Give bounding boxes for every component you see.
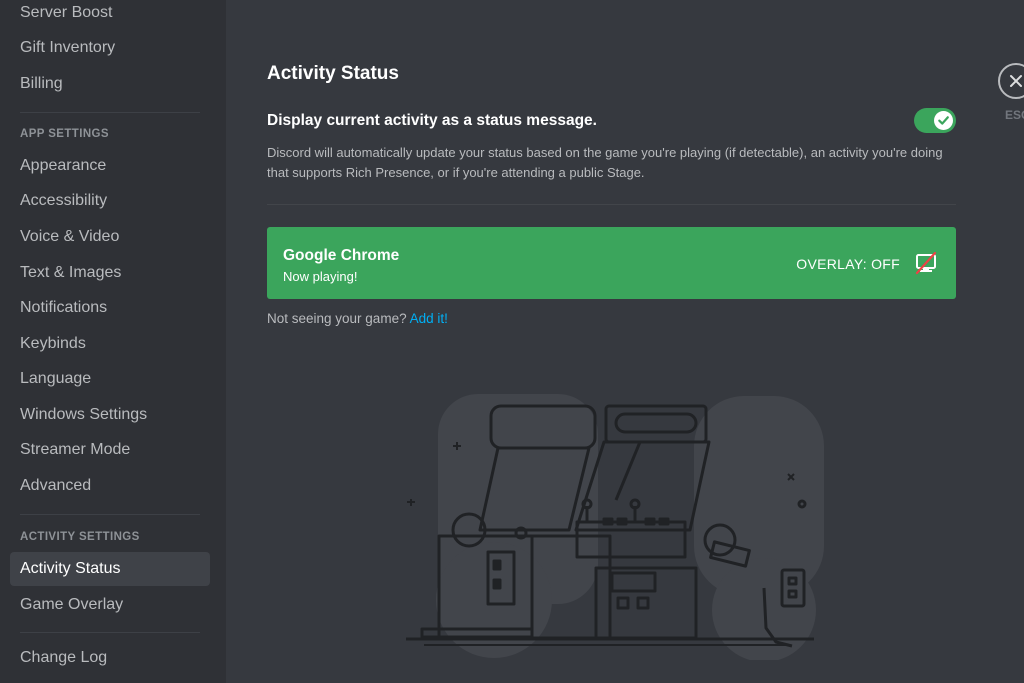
close-icon bbox=[1010, 75, 1022, 87]
sidebar-item-label: Notifications bbox=[20, 299, 108, 316]
sidebar-item-label: Streamer Mode bbox=[20, 441, 131, 458]
sidebar-item-label: Change Log bbox=[20, 649, 108, 666]
sidebar-item-billing[interactable]: Billing bbox=[10, 67, 210, 101]
sidebar-item-change-log[interactable]: Change Log bbox=[10, 641, 210, 675]
sidebar-divider bbox=[20, 632, 200, 633]
sidebar-item-language[interactable]: Language bbox=[10, 362, 210, 396]
sidebar-item-appearance[interactable]: Appearance bbox=[10, 149, 210, 183]
sidebar-item-keybinds[interactable]: Keybinds bbox=[10, 327, 210, 361]
activity-description: Discord will automatically update your s… bbox=[267, 145, 943, 180]
not-seeing-text: Not seeing your game? bbox=[267, 311, 407, 326]
game-name: Google Chrome bbox=[283, 247, 400, 264]
sidebar-item-label: Game Overlay bbox=[20, 596, 124, 613]
sidebar-item-server-boost[interactable]: Server Boost bbox=[10, 0, 210, 30]
sidebar-item-text-images[interactable]: Text & Images bbox=[10, 256, 210, 290]
sidebar-item-label: Billing bbox=[20, 75, 63, 92]
sidebar-item-voice-video[interactable]: Voice & Video bbox=[10, 220, 210, 254]
activity-status-panel: Activity Status Display current activity… bbox=[226, 0, 1024, 683]
sidebar-item-label: Voice & Video bbox=[20, 228, 120, 245]
sidebar-item-notifications[interactable]: Notifications bbox=[10, 291, 210, 325]
sidebar-divider bbox=[20, 112, 200, 113]
sidebar-item-label: Keybinds bbox=[20, 335, 86, 352]
page-title: Activity Status bbox=[267, 63, 399, 84]
sidebar-item-accessibility[interactable]: Accessibility bbox=[10, 184, 210, 218]
sidebar-item-gift-inventory[interactable]: Gift Inventory bbox=[10, 31, 210, 65]
sidebar-item-label: Advanced bbox=[20, 477, 92, 494]
overlay-toggle-icon[interactable] bbox=[914, 251, 938, 275]
sidebar-item-label: Windows Settings bbox=[20, 406, 148, 423]
settings-sidebar: Server Boost Gift Inventory Billing APP … bbox=[0, 0, 226, 683]
game-status: Now playing! bbox=[283, 269, 358, 284]
add-game-link[interactable]: Add it! bbox=[410, 311, 448, 326]
sidebar-item-label: Server Boost bbox=[20, 4, 113, 21]
app-settings-header: APP SETTINGS bbox=[20, 128, 109, 140]
sidebar-item-activity-status[interactable]: Activity Status bbox=[10, 552, 210, 586]
sidebar-item-streamer-mode[interactable]: Streamer Mode bbox=[10, 433, 210, 467]
sidebar-item-label: Gift Inventory bbox=[20, 39, 116, 56]
sidebar-divider bbox=[20, 514, 200, 515]
activity-status-toggle[interactable] bbox=[914, 108, 956, 133]
arcade-illustration bbox=[406, 394, 824, 660]
checkmark-icon bbox=[938, 116, 949, 125]
sidebar-item-label: Accessibility bbox=[20, 192, 108, 209]
sidebar-item-windows-settings[interactable]: Windows Settings bbox=[10, 398, 210, 432]
toggle-knob bbox=[934, 111, 953, 130]
add-game-prompt: Not seeing your game? Add it! bbox=[267, 311, 448, 326]
activity-settings-header: ACTIVITY SETTINGS bbox=[20, 531, 140, 543]
sidebar-item-label: Text & Images bbox=[20, 264, 122, 281]
section-divider bbox=[267, 204, 956, 205]
sidebar-item-label: Language bbox=[20, 370, 92, 387]
esc-label: ESC bbox=[1005, 108, 1024, 122]
now-playing-card: Google Chrome Now playing! OVERLAY: OFF bbox=[267, 227, 956, 299]
sidebar-item-advanced[interactable]: Advanced bbox=[10, 469, 210, 503]
sidebar-item-label: Appearance bbox=[20, 157, 107, 174]
activity-toggle-label: Display current activity as a status mes… bbox=[267, 112, 597, 129]
sidebar-item-game-overlay[interactable]: Game Overlay bbox=[10, 588, 210, 622]
overlay-status: OVERLAY: OFF bbox=[796, 256, 900, 272]
sidebar-item-label: Activity Status bbox=[20, 560, 121, 577]
